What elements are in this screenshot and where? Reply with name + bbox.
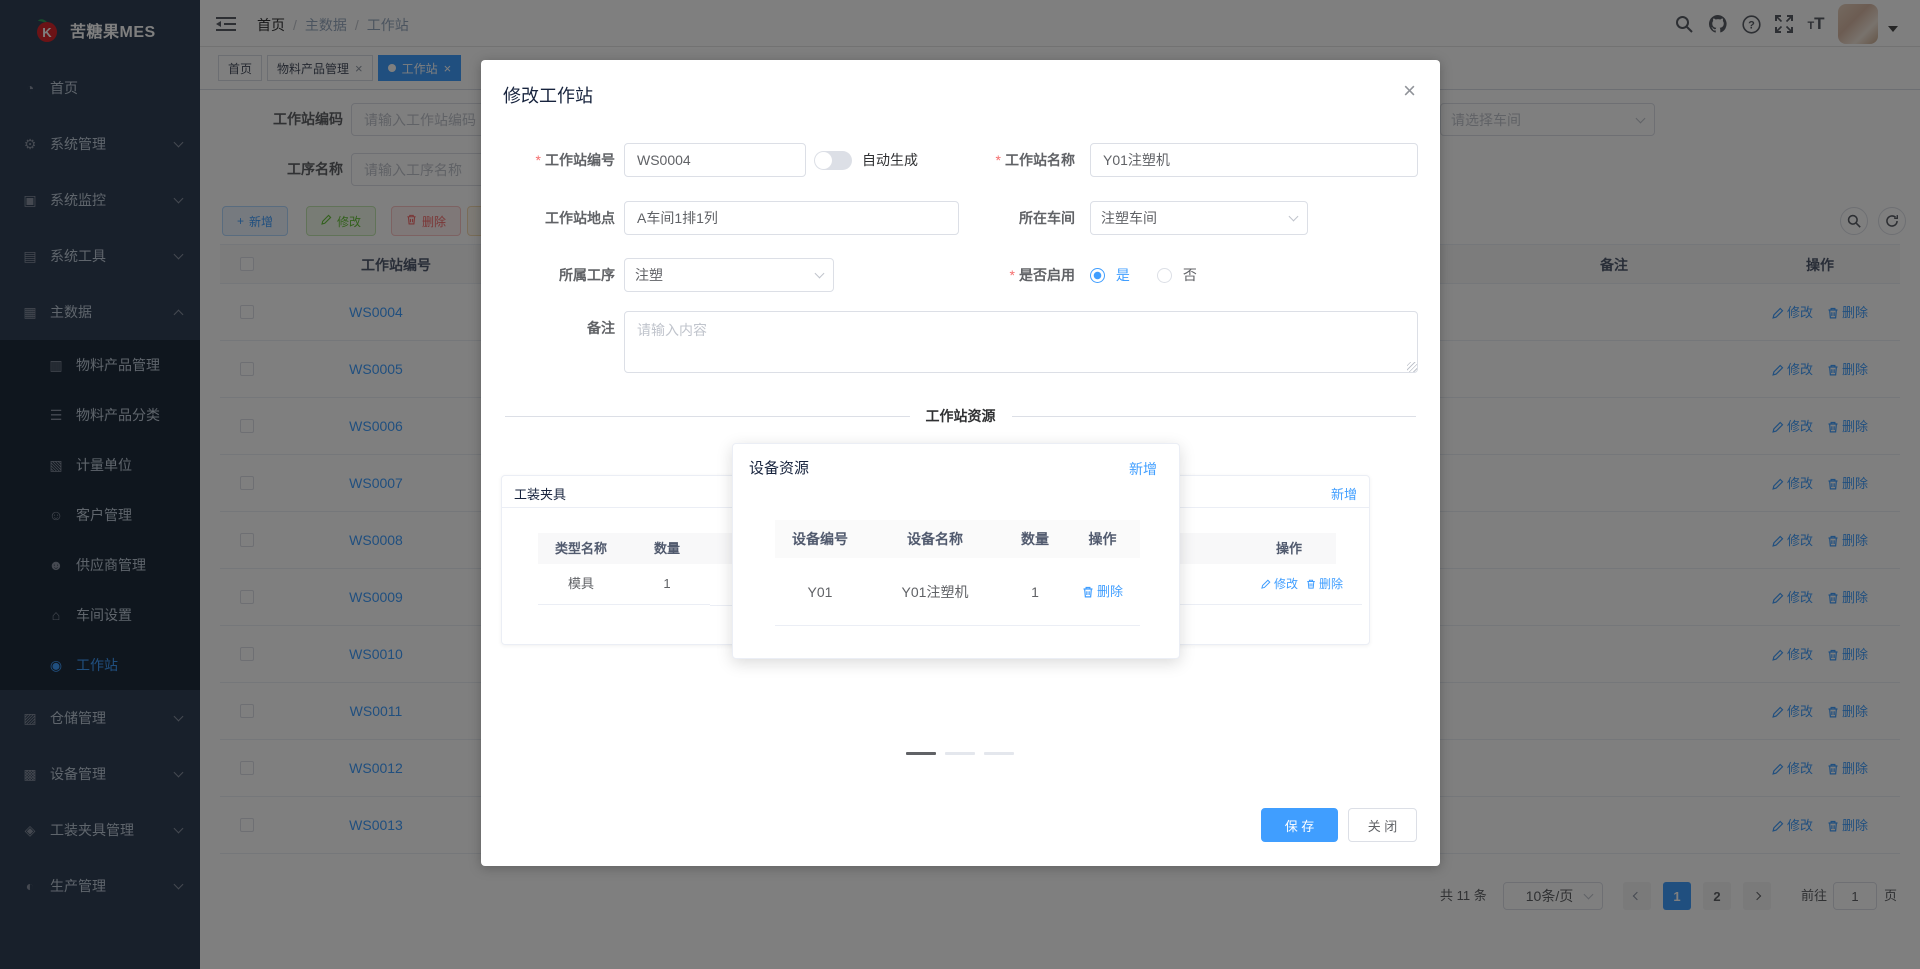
- dialog-title: 修改工作站: [503, 86, 593, 106]
- ws-enabled-label: 是否启用: [955, 258, 1075, 292]
- right-edit-link[interactable]: 修改: [1261, 564, 1298, 604]
- ws-remark-label: 备注: [587, 320, 615, 336]
- ws-workshop-label: 所在车间: [1019, 210, 1075, 226]
- device-col-name: 设备名称: [865, 520, 1005, 558]
- fixture-col-qty: 数量: [624, 533, 710, 564]
- edit-workstation-dialog: 修改工作站 × 工作站编号 自动生成 工作站名称 工作站地点 所在车间 注塑车间…: [481, 60, 1440, 866]
- carousel-indicator-3[interactable]: [984, 752, 1014, 755]
- ws-code-input[interactable]: [624, 143, 806, 177]
- device-delete-link[interactable]: 删除: [1082, 558, 1123, 626]
- section-title: 工作站资源: [909, 406, 1012, 426]
- fixture-row-qty: 1: [624, 564, 710, 605]
- device-resource-card: 设备资源 新增 设备编号 设备名称 数量 操作 Y01 Y01注塑机 1 删除: [732, 443, 1180, 659]
- chevron-down-icon: [814, 268, 825, 279]
- radio-no[interactable]: 否: [1157, 258, 1197, 292]
- device-col-qty: 数量: [1005, 520, 1065, 558]
- fixture-row-type: 模具: [538, 564, 624, 605]
- ws-code-label: 工作站编号: [495, 143, 615, 177]
- device-row-qty: 1: [1005, 558, 1065, 626]
- device-row-name: Y01注塑机: [865, 558, 1005, 626]
- ws-process-select[interactable]: 注塑: [624, 258, 834, 292]
- save-button[interactable]: 保 存: [1261, 808, 1338, 842]
- textarea-resize-handle[interactable]: [1407, 362, 1417, 372]
- carousel-indicator-1[interactable]: [906, 752, 936, 755]
- autogen-toggle[interactable]: [814, 151, 852, 170]
- chevron-down-icon: [1288, 211, 1299, 222]
- radio-on-icon: [1090, 268, 1105, 283]
- device-add-link[interactable]: 新增: [1129, 459, 1157, 479]
- autogen-label: 自动生成: [862, 152, 918, 168]
- radio-off-icon: [1157, 268, 1172, 283]
- device-row-code: Y01: [775, 558, 865, 626]
- dialog-close-button[interactable]: 关 闭: [1348, 808, 1417, 842]
- device-col-actions: 操作: [1065, 520, 1140, 558]
- close-icon[interactable]: ×: [1403, 80, 1416, 102]
- device-col-code: 设备编号: [775, 520, 865, 558]
- right-col-actions: 操作: [1242, 533, 1336, 564]
- ws-name-label: 工作站名称: [955, 143, 1075, 177]
- ws-location-label: 工作站地点: [545, 210, 615, 226]
- right-delete-link[interactable]: 删除: [1306, 564, 1343, 604]
- carousel-indicator-2[interactable]: [945, 752, 975, 755]
- ws-workshop-select[interactable]: 注塑车间: [1090, 201, 1308, 235]
- device-card-title: 设备资源: [749, 460, 810, 477]
- ws-name-input[interactable]: [1090, 143, 1418, 177]
- ws-location-input[interactable]: [624, 201, 959, 235]
- fixture-card-title: 工装夹具: [514, 487, 567, 502]
- right-card-add-link[interactable]: 新增: [1331, 484, 1357, 503]
- ws-process-label: 所属工序: [559, 267, 615, 283]
- ws-remark-textarea[interactable]: [624, 311, 1418, 373]
- fixture-col-type: 类型名称: [538, 533, 624, 564]
- radio-yes[interactable]: 是: [1090, 258, 1130, 292]
